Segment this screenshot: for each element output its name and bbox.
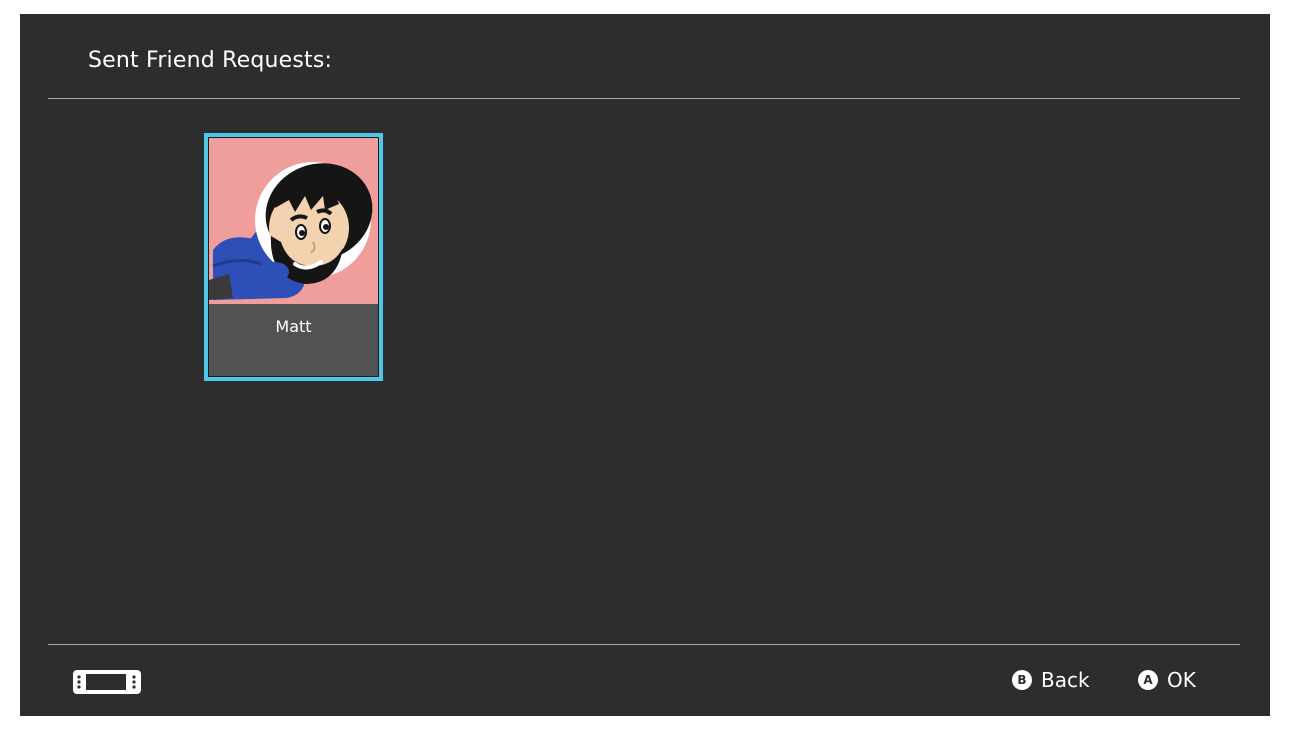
mii-avatar-illustration (209, 162, 373, 300)
friend-name: Matt (275, 317, 312, 336)
screen: Sent Friend Requests: Matt B Back A OK (20, 14, 1270, 716)
mii-avatar (209, 138, 378, 304)
back-button[interactable]: B Back (1012, 668, 1090, 692)
name-plate: Matt (209, 304, 378, 376)
footer-divider (48, 644, 1240, 645)
back-label: Back (1041, 668, 1090, 692)
friend-card-inner: Matt (208, 137, 379, 377)
ok-label: OK (1167, 668, 1196, 692)
ok-button[interactable]: A OK (1138, 668, 1196, 692)
switch-handheld-icon (72, 669, 142, 695)
page-title: Sent Friend Requests: (88, 48, 333, 73)
b-button-icon: B (1012, 670, 1032, 690)
friend-card-matt[interactable]: Matt (204, 133, 383, 381)
header-divider (48, 98, 1240, 99)
a-button-icon: A (1138, 670, 1158, 690)
